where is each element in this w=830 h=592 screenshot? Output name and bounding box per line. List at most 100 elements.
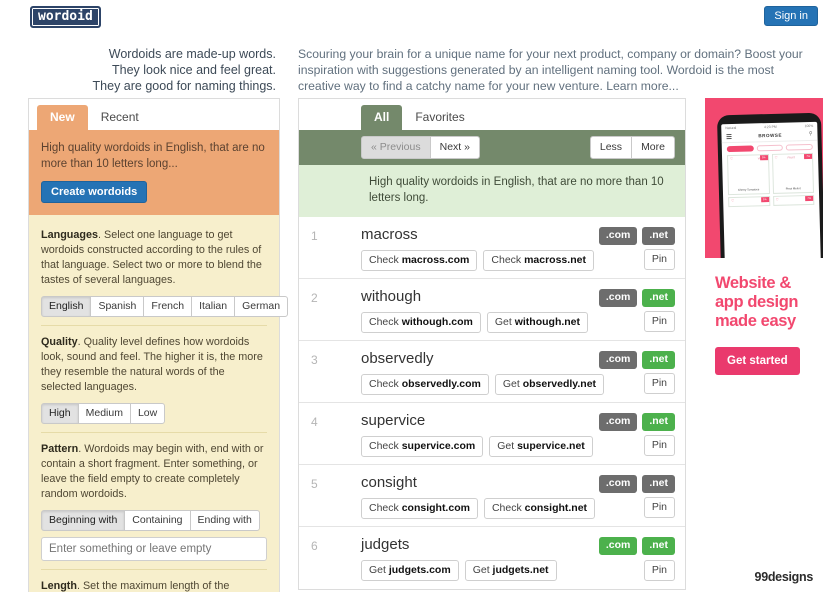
tab-all[interactable]: All (361, 105, 403, 130)
section-quality: Quality. Quality level defines how wordo… (41, 326, 267, 433)
pin-button[interactable]: Pin (643, 373, 675, 394)
product-name: Pinot Merlot (785, 186, 801, 192)
phone-screen: Natural 4:23 PM 100% BROWSE ⚲ ALL VEG (721, 121, 822, 258)
phone-product-grid-row2: ♡ 5% ♡ 7% (723, 193, 819, 208)
tagline-line-3: They are good for naming things. (92, 79, 276, 93)
availability-badges: .com .net (598, 475, 675, 493)
com-badge: .com (598, 227, 638, 245)
com-action-button[interactable]: Check withough.com (361, 312, 481, 333)
quality-title: Quality (41, 336, 78, 348)
heart-icon[interactable]: ♡ (775, 156, 778, 160)
length-title: Length (41, 580, 77, 592)
com-action-button[interactable]: Get judgets.com (361, 560, 459, 581)
hamburger-menu-icon[interactable] (726, 133, 732, 140)
net-badge: .net (642, 413, 675, 431)
com-badge: .com (598, 351, 638, 369)
tab-new[interactable]: New (37, 105, 88, 130)
heart-icon[interactable]: ♡ (731, 199, 734, 203)
filter-pill-veg[interactable]: VEG (756, 145, 784, 161)
site-header: wordoid Sign in (0, 0, 830, 32)
search-icon[interactable]: ⚲ (809, 131, 813, 137)
intro-paragraph: Scouring your brain for a unique name fo… (298, 47, 803, 93)
settings-summary-box: High quality wordoids in English, that a… (29, 130, 279, 215)
product-card[interactable]: ♡ 5% Cherry Tomatoes (727, 154, 770, 196)
create-wordoids-button[interactable]: Create wordoids (41, 181, 148, 203)
pin-button[interactable]: Pin (643, 311, 675, 332)
pattern-option-containing[interactable]: Containing (124, 510, 191, 531)
filter-pill-fruit[interactable]: FRUIT (786, 144, 813, 160)
product-card[interactable]: ♡ 7% (772, 195, 815, 207)
net-action-button[interactable]: Get supervice.net (489, 436, 593, 457)
language-option-spanish[interactable]: Spanish (90, 296, 145, 317)
row-number: 6 (311, 539, 318, 553)
pattern-input[interactable] (41, 537, 267, 561)
table-row: 3 observedly .com .net Check observedly.… (299, 341, 685, 403)
quality-option-medium[interactable]: Medium (77, 403, 131, 424)
tagline-line-1: Wordoids are made-up words. (108, 47, 276, 61)
settings-summary-text: High quality wordoids in English, that a… (41, 142, 265, 170)
availability-badges: .com .net (598, 227, 675, 245)
pin-button[interactable]: Pin (643, 249, 675, 270)
next-page-button[interactable]: Next » (429, 136, 480, 159)
filter-pill-all[interactable]: ALL (726, 145, 754, 162)
wordoid-name: withough (361, 288, 422, 305)
results-tabs: All Favorites (299, 99, 685, 130)
pin-button[interactable]: Pin (643, 560, 675, 581)
advertisement-panel[interactable]: Natural 4:23 PM 100% BROWSE ⚲ ALL VEG (705, 98, 823, 592)
availability-badges: .com .net (598, 351, 675, 369)
language-option-french[interactable]: French (143, 296, 193, 317)
quality-option-high[interactable]: High (41, 403, 79, 424)
section-length: Length. Set the maximum length of the wo… (41, 570, 267, 592)
more-button[interactable]: More (631, 136, 675, 159)
phone-nav-title: BROWSE (758, 132, 783, 138)
language-option-german[interactable]: German (234, 296, 289, 317)
row-actions: Check supervice.com Get supervice.net (361, 436, 675, 457)
heart-icon[interactable]: ♡ (730, 157, 733, 161)
settings-panel: New Recent High quality wordoids in Engl… (28, 98, 289, 592)
pattern-option-ending-with[interactable]: Ending with (189, 510, 260, 531)
results-panel: All Favorites « Previous Next » Less Mor… (298, 98, 686, 590)
pin-button[interactable]: Pin (643, 497, 675, 518)
com-action-button[interactable]: Check supervice.com (361, 436, 484, 457)
com-action-button[interactable]: Check consight.com (361, 498, 478, 519)
settings-tabs: New Recent (29, 99, 279, 130)
language-option-english[interactable]: English (41, 296, 92, 317)
wordoid-name: judgets (361, 536, 410, 553)
product-card[interactable]: ♡ 5% (728, 196, 770, 208)
row-actions: Get judgets.com Get judgets.net (361, 560, 675, 581)
advertiser-logo: 99designs (754, 570, 814, 584)
pattern-option-beginning-with[interactable]: Beginning with (41, 510, 126, 531)
com-action-button[interactable]: Check observedly.com (361, 374, 489, 395)
ad-headline-line-3: made easy (715, 312, 796, 330)
quality-option-low[interactable]: Low (129, 403, 166, 424)
heart-icon[interactable]: ♡ (776, 198, 779, 202)
product-card[interactable]: ♡ 7% Pinot Merlot (771, 153, 815, 195)
wordoid-name: observedly (361, 350, 434, 367)
net-action-button[interactable]: Get observedly.net (494, 374, 605, 395)
net-action-button[interactable]: Get judgets.net (464, 560, 557, 581)
tab-recent[interactable]: Recent (88, 105, 152, 130)
com-action-button[interactable]: Check macross.com (361, 250, 478, 271)
net-action-button[interactable]: Get withough.net (486, 312, 589, 333)
clock-label: 4:23 PM (764, 124, 777, 130)
tab-favorites[interactable]: Favorites (402, 105, 477, 130)
phone-product-grid: ♡ 5% Cherry Tomatoes ♡ 7% Pinot Merlot (722, 153, 819, 196)
battery-label: 100% (804, 123, 814, 129)
net-action-button[interactable]: Check macross.net (483, 250, 594, 271)
availability-badges: .com .net (598, 413, 675, 431)
wordoid-logo[interactable]: wordoid (30, 6, 101, 28)
row-number: 4 (311, 415, 318, 429)
row-actions: Check observedly.com Get observedly.net (361, 374, 675, 395)
previous-page-button[interactable]: « Previous (361, 136, 431, 159)
section-pattern: Pattern. Wordoids may begin with, end wi… (41, 433, 267, 570)
net-badge: .net (642, 289, 675, 307)
get-started-button[interactable]: Get started (715, 347, 800, 375)
sign-in-button[interactable]: Sign in (764, 6, 818, 26)
net-action-button[interactable]: Check consight.net (483, 498, 596, 519)
less-button[interactable]: Less (589, 136, 633, 159)
table-row: 1 macross .com .net Check macross.com Ch… (299, 217, 685, 279)
discount-badge: 5% (760, 197, 769, 203)
language-option-italian[interactable]: Italian (191, 296, 236, 317)
pin-button[interactable]: Pin (643, 435, 675, 456)
row-actions: Check macross.com Check macross.net (361, 250, 675, 271)
